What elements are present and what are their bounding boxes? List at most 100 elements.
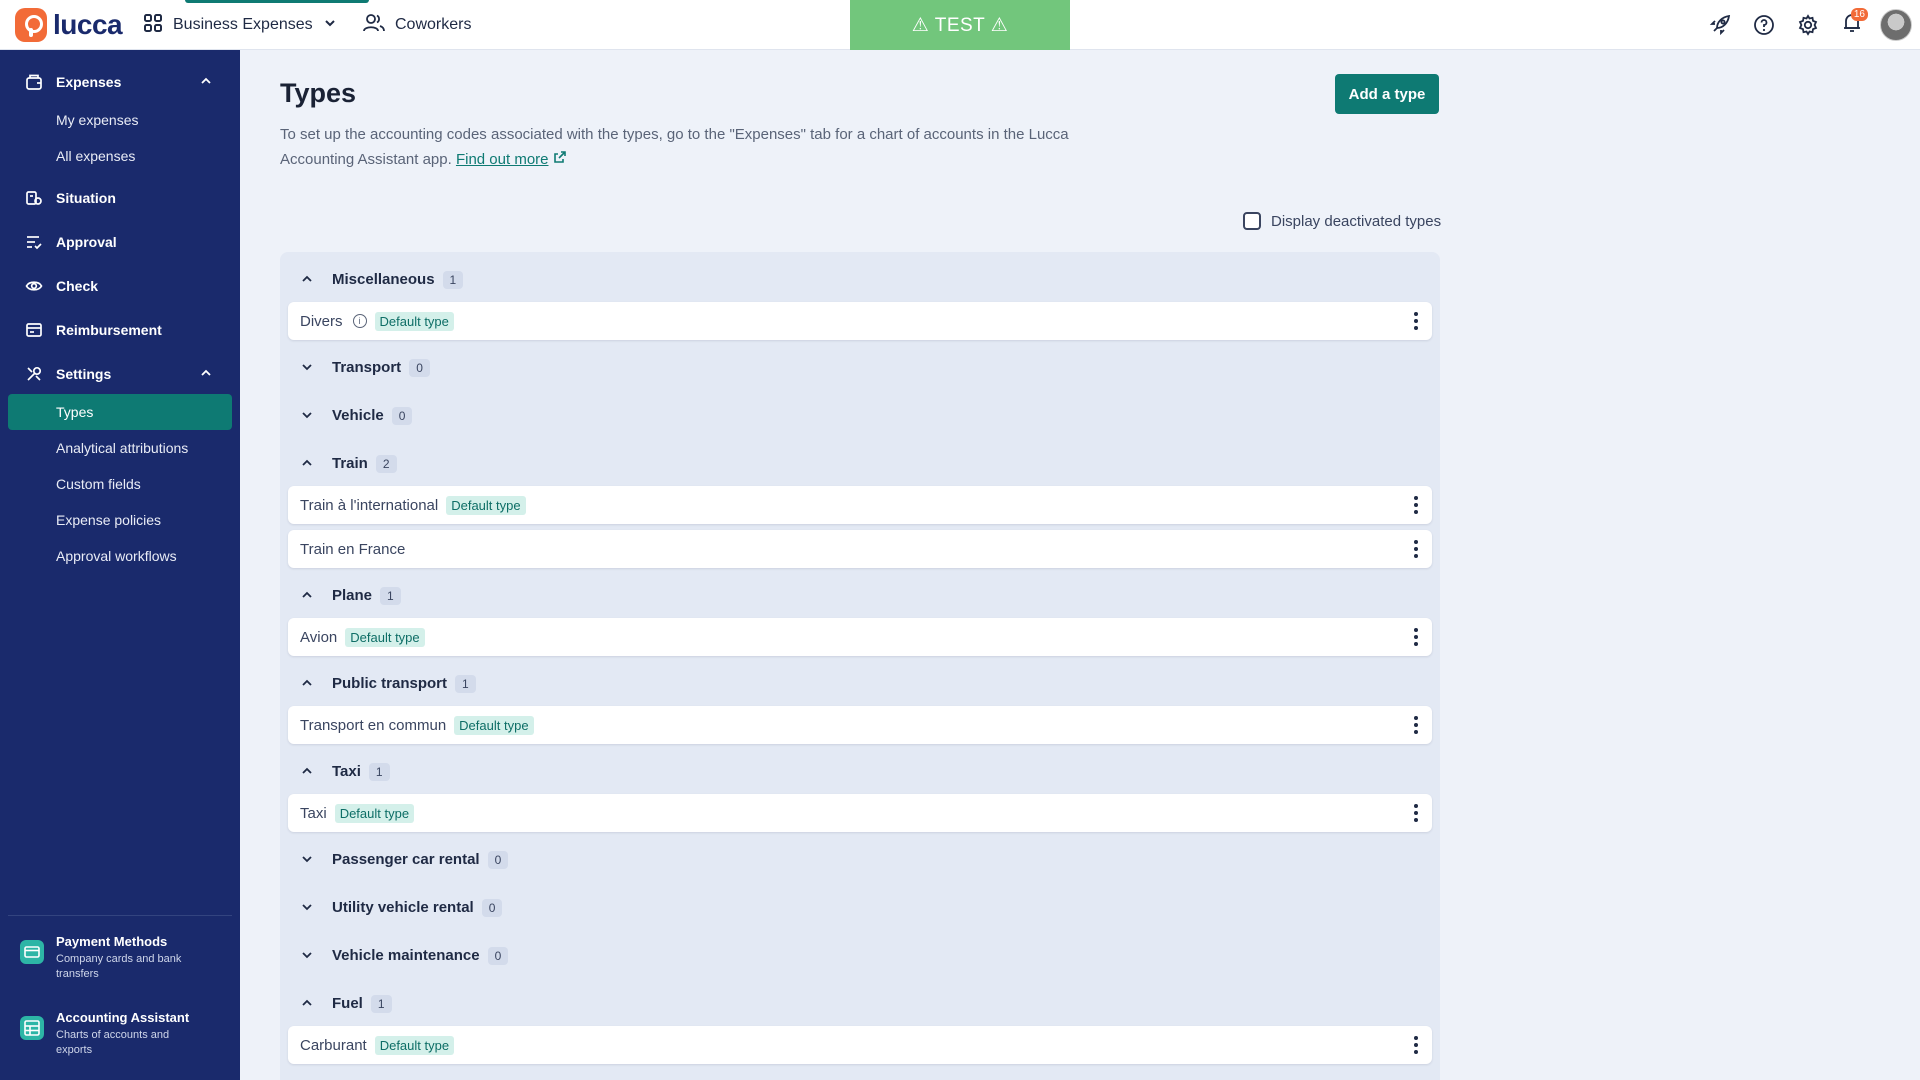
category-name: Fuel 1 xyxy=(332,995,392,1014)
chevron-down-icon[interactable] xyxy=(300,361,314,376)
types-panel: Miscellaneous 1 Divers i Default type Transpo… xyxy=(280,252,1440,1080)
app-name: Business Expenses xyxy=(173,16,313,33)
type-row[interactable]: Avion Default type xyxy=(288,618,1432,656)
type-name: Divers xyxy=(300,312,343,330)
deactivated-checkbox[interactable] xyxy=(1243,212,1261,230)
more-options-icon[interactable] xyxy=(1414,804,1418,822)
payment-methods-link[interactable]: Payment Methods Company cards and bank t… xyxy=(20,934,235,986)
top-bar: lucca Business Expenses Coworkers ⚠ TEST… xyxy=(0,0,1920,50)
category-name: Vehicle 0 xyxy=(332,407,413,426)
wallet-icon xyxy=(25,73,43,91)
display-deactivated-toggle[interactable]: Display deactivated types xyxy=(1243,212,1441,230)
more-options-icon[interactable] xyxy=(1414,312,1418,330)
sidebar-item-expense-policies[interactable]: Expense policies xyxy=(56,512,161,528)
category-header[interactable]: Passenger car rental 0 xyxy=(280,840,1440,880)
category-label: Miscellaneous xyxy=(332,270,435,288)
gear-icon[interactable] xyxy=(1786,0,1830,50)
sidebar-group-expenses[interactable]: Expenses xyxy=(0,72,240,92)
sidebar-item-reimbursement[interactable]: Reimbursement xyxy=(0,320,240,340)
apps-grid-icon xyxy=(143,13,163,38)
card-icon xyxy=(20,940,44,964)
default-type-tag: Default type xyxy=(374,311,454,331)
more-options-icon[interactable] xyxy=(1414,1036,1418,1054)
checklist-icon xyxy=(25,233,43,251)
category-count-badge: 0 xyxy=(487,947,509,966)
category-name: Miscellaneous 1 xyxy=(332,270,464,290)
chevron-up-icon[interactable] xyxy=(300,997,314,1012)
chevron-up-icon[interactable] xyxy=(300,677,314,692)
more-options-icon[interactable] xyxy=(1414,716,1418,734)
chevron-down-icon[interactable] xyxy=(300,853,314,868)
lucca-logo[interactable]: lucca xyxy=(15,8,123,42)
chevron-down-icon[interactable] xyxy=(300,409,314,424)
category-header[interactable]: Plane 1 xyxy=(280,576,1440,616)
category-header[interactable]: Utility vehicle rental 0 xyxy=(280,888,1440,928)
more-options-icon[interactable] xyxy=(1414,540,1418,558)
rocket-icon[interactable] xyxy=(1698,0,1742,50)
help-icon[interactable] xyxy=(1742,0,1786,50)
category-header[interactable]: Taxi 1 xyxy=(280,752,1440,792)
category-count-badge: 0 xyxy=(409,359,430,378)
type-name: Carburant xyxy=(300,1036,367,1054)
category-header[interactable]: Train 2 xyxy=(280,444,1440,484)
accounting-assistant-link[interactable]: Accounting Assistant Charts of accounts … xyxy=(20,1010,235,1062)
category-count-badge: 0 xyxy=(481,899,503,918)
sidebar-group-label: Settings xyxy=(56,366,112,382)
type-name: Transport en commun xyxy=(300,716,447,734)
app-switcher[interactable]: Business Expenses xyxy=(143,0,369,50)
type-row[interactable]: Train à l'international Default type xyxy=(288,486,1432,524)
default-type-tag: Default type xyxy=(345,627,425,647)
chevron-down-icon xyxy=(323,16,337,35)
sidebar-item-analytical-attributions[interactable]: Analytical attributions xyxy=(56,440,188,456)
external-link-icon xyxy=(553,151,567,168)
category-count-badge: 1 xyxy=(455,675,476,694)
category-header[interactable]: Transport 0 xyxy=(280,348,1440,388)
chevron-up-icon[interactable] xyxy=(300,765,314,780)
notification-count-badge: 16 xyxy=(1850,8,1868,21)
category-header[interactable]: Fuel 1 xyxy=(280,984,1440,1024)
chevron-up-icon[interactable] xyxy=(300,273,314,288)
category-header[interactable]: Miscellaneous 1 xyxy=(280,260,1440,300)
sidebar-item-my-expenses[interactable]: My expenses xyxy=(56,112,138,128)
type-row[interactable]: Divers i Default type xyxy=(288,302,1432,340)
type-row[interactable]: Taxi Default type xyxy=(288,794,1432,832)
user-avatar[interactable] xyxy=(1880,9,1912,41)
category-count-badge: 0 xyxy=(391,407,413,426)
chevron-down-icon[interactable] xyxy=(300,901,314,916)
sidebar-item-label: Reimbursement xyxy=(56,322,162,338)
sidebar-item-custom-fields[interactable]: Custom fields xyxy=(56,476,141,492)
sidebar: Expenses My expenses All expenses Situat… xyxy=(0,50,240,1080)
sidebar-item-check[interactable]: Check xyxy=(0,276,240,296)
sidebar-item-situation[interactable]: Situation xyxy=(0,188,240,208)
notifications-button[interactable]: 16 xyxy=(1830,0,1874,50)
more-options-icon[interactable] xyxy=(1414,628,1418,646)
category-name: Plane 1 xyxy=(332,587,401,606)
coworkers-link[interactable]: Coworkers xyxy=(363,0,471,50)
chevron-up-icon xyxy=(200,367,212,382)
info-icon[interactable]: i xyxy=(352,314,367,328)
type-row[interactable]: Train en France xyxy=(288,530,1432,568)
chevron-down-icon[interactable] xyxy=(300,949,314,964)
category-label: Taxi xyxy=(332,762,361,780)
category-header[interactable]: Vehicle 0 xyxy=(280,396,1440,436)
type-row[interactable]: Carburant Default type xyxy=(288,1026,1432,1064)
more-options-icon[interactable] xyxy=(1414,496,1418,514)
sidebar-item-types[interactable]: Types xyxy=(56,404,93,420)
type-name: Train à l'international xyxy=(300,496,439,514)
chevron-up-icon[interactable] xyxy=(300,589,314,604)
chevron-up-icon[interactable] xyxy=(300,457,314,472)
sidebar-group-settings[interactable]: Settings xyxy=(0,364,240,384)
intro-text: To set up the accounting codes associate… xyxy=(280,122,1100,172)
category-name: Transport 0 xyxy=(332,359,430,378)
add-type-button[interactable]: Add a type xyxy=(1335,74,1439,114)
category-name: Utility vehicle rental 0 xyxy=(332,899,503,918)
find-out-more-link[interactable]: Find out more xyxy=(456,151,549,168)
type-name: Taxi xyxy=(300,804,327,822)
category-header[interactable]: Vehicle maintenance 0 xyxy=(280,936,1440,976)
category-header[interactable]: Public transport 1 xyxy=(280,664,1440,704)
default-type-tag: Default type xyxy=(446,495,526,515)
sidebar-item-approval-workflows[interactable]: Approval workflows xyxy=(56,548,177,564)
sidebar-item-all-expenses[interactable]: All expenses xyxy=(56,148,135,164)
type-row[interactable]: Transport en commun Default type xyxy=(288,706,1432,744)
sidebar-item-approval[interactable]: Approval xyxy=(0,232,240,252)
